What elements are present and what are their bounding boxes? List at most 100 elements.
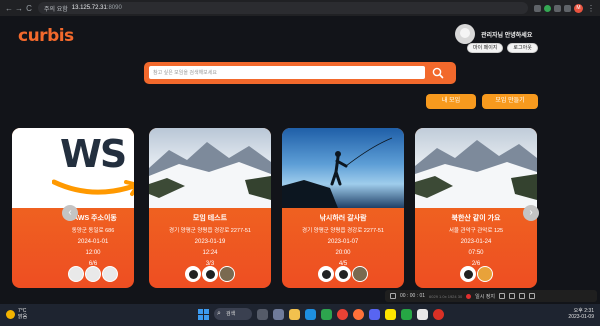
windows-start-icon[interactable] [198, 308, 209, 320]
address-bar[interactable]: 주의 요함 13.125.72.31 :8090 [38, 2, 528, 14]
browser-toolbar: ← → C 주의 요함 13.125.72.31 :8090 M ⋮ [0, 0, 600, 16]
recorder-info: 6029 1.0x 1924 30 [429, 293, 463, 299]
url-port: :8090 [106, 5, 122, 11]
card-image [415, 128, 537, 208]
group-card[interactable]: 북한산 같이 가요 서울 관악구 관악로 125 2023-01-24 07:5… [415, 128, 537, 288]
member-avatars [282, 266, 404, 282]
user-info: 관리자님 안녕하세요 [455, 24, 532, 44]
search-input[interactable] [149, 66, 425, 79]
kakaotalk-icon[interactable] [385, 308, 396, 320]
card-address: 동양군 동일로 686 [71, 228, 115, 234]
card-address: 경기 양평군 양평읍 경강로 2277-51 [169, 228, 251, 234]
card-address: 경기 양평군 양평읍 경강로 2277-51 [302, 228, 384, 234]
taskbar: 7°C 맑음 검색 오후 2:31 2023-01-09 [0, 304, 600, 326]
card-time: 12:24 [202, 250, 218, 256]
greeting-text: 관리자님 안녕하세요 [481, 32, 533, 39]
carousel-next-button[interactable]: › [523, 205, 539, 221]
card-info: 북한산 같이 가요 서울 관악구 관악로 125 2023-01-24 07:5… [415, 208, 537, 267]
task-view-icon[interactable] [257, 308, 268, 320]
recorder-settings-icon[interactable] [528, 293, 535, 299]
card-address: 서울 관악구 관악로 125 [448, 228, 504, 234]
security-warning[interactable]: 주의 요함 [44, 4, 68, 13]
carousel-prev-button[interactable]: ‹ [62, 205, 78, 221]
card-time: 20:00 [335, 250, 351, 256]
page: curbis 관리자님 안녕하세요 마이 페이지 로그아웃 내 모임 모임 만들… [0, 16, 600, 312]
card-time: 07:50 [468, 250, 484, 256]
group-card[interactable]: 낚시하러 갈사람 경기 양평군 양평읍 경강로 2277-51 2023-01-… [282, 128, 404, 288]
reload-icon[interactable]: C [24, 4, 34, 13]
card-date: 2023-01-07 [327, 239, 359, 245]
firefox-icon[interactable] [353, 308, 364, 320]
member-avatar[interactable] [185, 266, 201, 282]
extension-green-icon[interactable] [544, 4, 551, 12]
member-avatar[interactable] [352, 266, 368, 282]
file-explorer-icon[interactable] [289, 308, 300, 320]
snowy-mountains-image [415, 140, 537, 208]
member-avatar[interactable] [68, 266, 84, 282]
back-icon[interactable]: ← [4, 4, 14, 13]
url-host: 13.125.72.31 [71, 5, 107, 11]
notepad-icon[interactable] [417, 308, 428, 320]
chat-icon[interactable] [273, 308, 284, 320]
my-groups-button[interactable]: 내 모임 [426, 94, 476, 109]
site-logo[interactable]: curbis [18, 26, 74, 46]
member-avatar[interactable] [335, 266, 351, 282]
logout-button[interactable]: 로그아웃 [507, 43, 538, 53]
discord-icon[interactable] [369, 308, 380, 320]
aws-logo: WS [60, 132, 127, 176]
taskbar-search[interactable]: 검색 [214, 308, 252, 320]
member-avatar[interactable] [85, 266, 101, 282]
card-image: WS [12, 128, 134, 208]
my-page-button[interactable]: 마이 페이지 [467, 43, 504, 53]
create-group-button[interactable]: 모임 만들기 [482, 94, 538, 109]
weather-widget[interactable]: 7°C 맑음 [6, 308, 27, 320]
card-date: 2024-01-01 [77, 239, 109, 245]
card-info: 모임 테스트 경기 양평군 양평읍 경강로 2277-51 2023-01-19… [149, 208, 271, 267]
chrome-icon[interactable] [337, 308, 348, 320]
card-date: 2023-01-24 [460, 239, 492, 245]
recorder-stop-button[interactable]: 일시 정지 [475, 293, 495, 300]
puzzle-icon[interactable] [554, 4, 561, 12]
forward-icon[interactable]: → [14, 4, 24, 13]
menu-icon[interactable]: ⋮ [586, 4, 596, 13]
recorder-mic-icon[interactable] [518, 293, 525, 299]
card-title: 북한산 같이 가요 [451, 215, 501, 222]
member-avatar[interactable] [318, 266, 334, 282]
member-avatar[interactable] [459, 266, 476, 282]
recorder-menu-icon[interactable] [390, 293, 396, 299]
recorder-app-icon[interactable] [433, 308, 444, 320]
card-image [282, 128, 404, 208]
fisherman-image [282, 137, 393, 208]
member-avatars [415, 266, 537, 282]
sidebar-icon[interactable] [564, 4, 571, 12]
member-avatar[interactable] [102, 266, 118, 282]
vscode-icon[interactable] [321, 308, 332, 320]
recorder-timer-icon[interactable] [508, 293, 515, 299]
member-avatar[interactable] [476, 266, 493, 282]
member-avatars [149, 266, 271, 282]
extension-icon[interactable] [534, 4, 541, 12]
edge-icon[interactable] [305, 308, 316, 320]
screen-recorder-bar: 00 : 00 : 01 6029 1.0x 1924 30 일시 정지 [385, 290, 597, 302]
app-icon[interactable] [401, 308, 412, 320]
card-image [149, 128, 271, 208]
card-title: 낚시하러 갈사람 [319, 215, 367, 222]
recorder-capture-icon[interactable] [498, 293, 505, 299]
snowy-mountains-image [149, 142, 271, 208]
weather-condition: 맑음 [18, 314, 28, 320]
search-icon[interactable] [431, 66, 445, 80]
recorder-timer: 00 : 00 : 01 [400, 293, 426, 299]
member-avatar[interactable] [219, 266, 235, 282]
aws-smile-icon [52, 179, 134, 196]
member-avatar[interactable] [202, 266, 218, 282]
user-avatar[interactable] [455, 24, 475, 44]
clock-date: 2023-01-09 [568, 314, 594, 320]
card-date: 2023-01-19 [194, 239, 226, 245]
card-title: 모임 테스트 [192, 215, 228, 222]
group-card[interactable]: 모임 테스트 경기 양평군 양평읍 경강로 2277-51 2023-01-19… [149, 128, 271, 288]
record-icon[interactable] [466, 293, 472, 299]
card-time: 12:00 [85, 250, 101, 256]
system-clock[interactable]: 오후 2:31 2023-01-09 [568, 308, 594, 320]
group-carousel: WS - AWS 주소이동 동양군 동일로 686 2024-01-01 12:… [0, 128, 600, 288]
profile-avatar[interactable]: M [574, 3, 583, 13]
